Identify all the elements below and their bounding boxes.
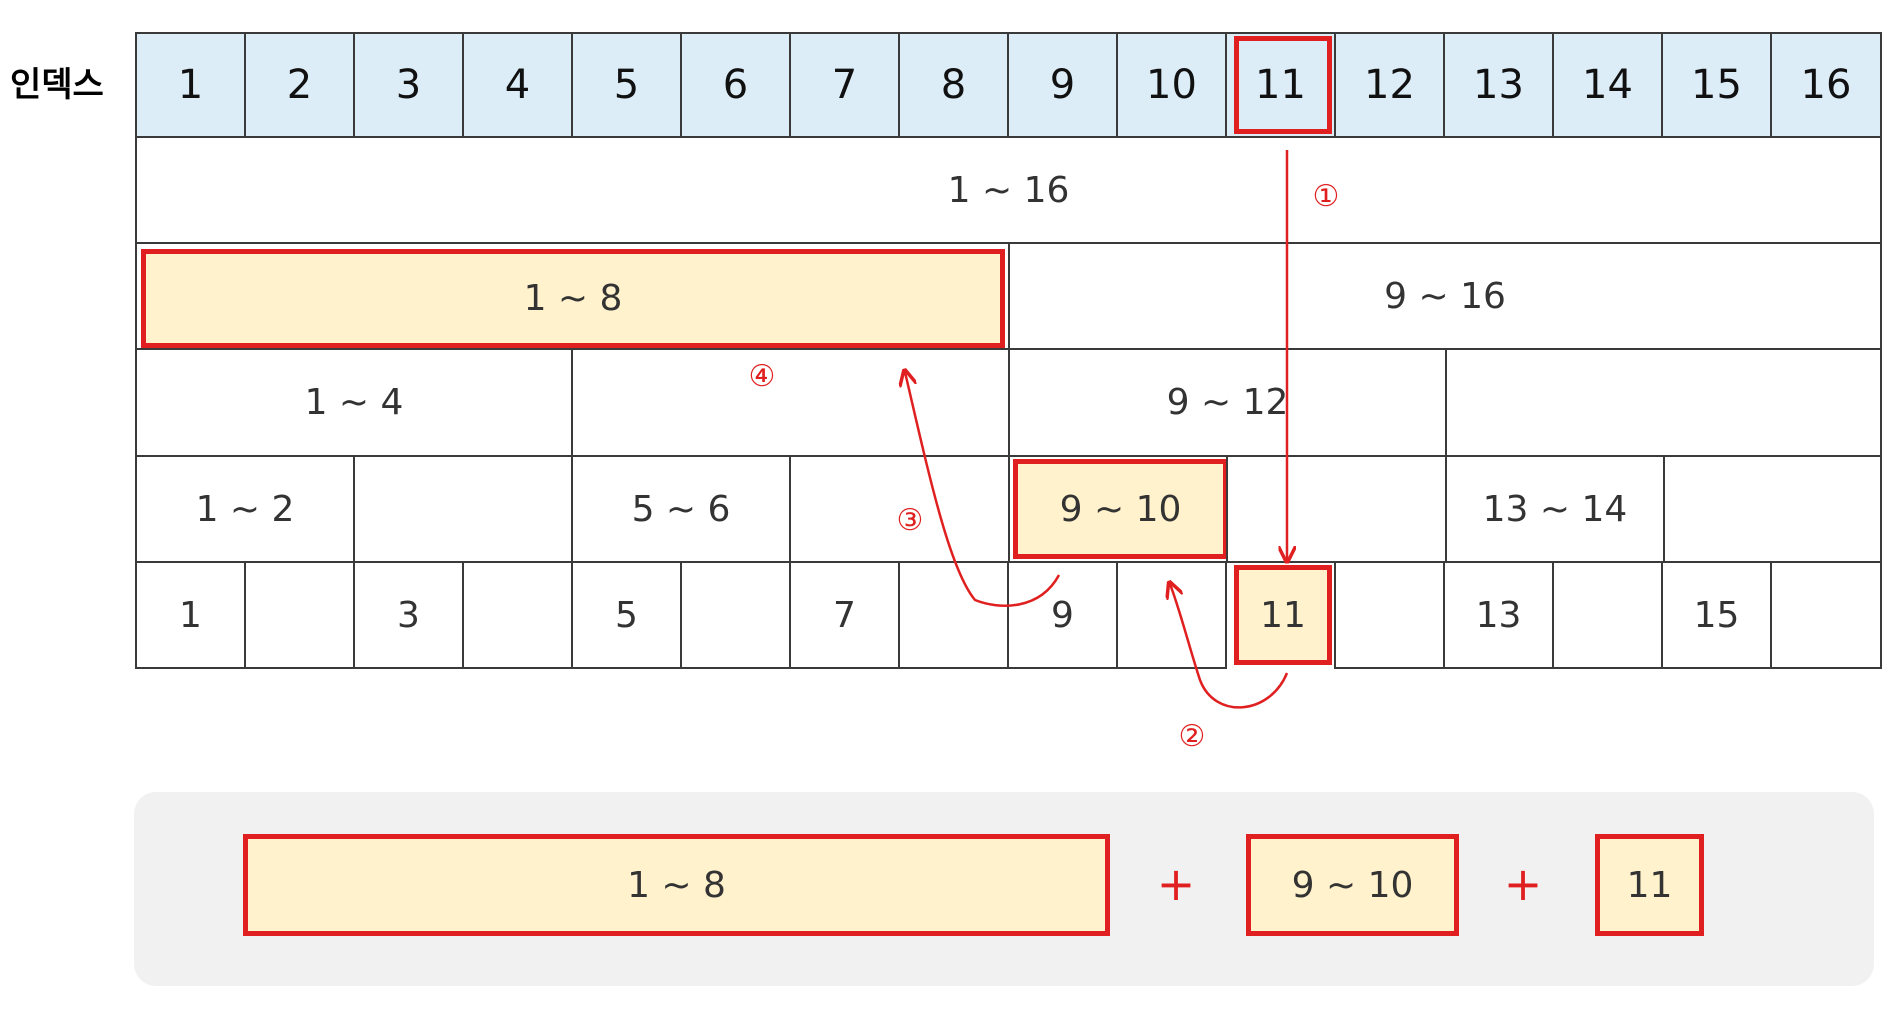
- node-5-8: [571, 348, 1010, 457]
- node-9-10-highlight: 9 ~ 10: [1013, 459, 1228, 559]
- step-2-label: ②: [1178, 718, 1206, 754]
- index-cell: 4: [462, 32, 573, 138]
- index-cell: 7: [789, 32, 900, 138]
- sum-part-11: 11: [1595, 834, 1704, 936]
- node-5-6: 5 ~ 6: [571, 455, 791, 563]
- step-3-label: ③: [896, 502, 924, 538]
- node-1-4: 1 ~ 4: [135, 348, 573, 457]
- index-label: 인덱스: [10, 65, 104, 105]
- node-1-8-highlight: 1 ~ 8: [141, 249, 1005, 348]
- index-cell: 13: [1443, 32, 1554, 138]
- index-cell: 15: [1661, 32, 1772, 138]
- leaf-6: [680, 561, 791, 669]
- leaf-12: [1334, 561, 1445, 669]
- index-cell: 16: [1770, 32, 1882, 138]
- index-cell: 9: [1007, 32, 1118, 138]
- leaf-16: [1770, 561, 1882, 669]
- node-15-16: [1663, 455, 1882, 563]
- leaf-2: [244, 561, 355, 669]
- step-4-label: ④: [748, 358, 776, 394]
- index-cell: 3: [353, 32, 464, 138]
- node-13-14: 13 ~ 14: [1445, 455, 1665, 563]
- index-cell: 12: [1334, 32, 1445, 138]
- node-1-16: 1 ~ 16: [135, 136, 1882, 244]
- index-cell: 1: [135, 32, 246, 138]
- leaf-4: [462, 561, 573, 669]
- leaf-13: 13: [1443, 561, 1554, 669]
- index-cell: 8: [898, 32, 1009, 138]
- index-cell: 5: [571, 32, 682, 138]
- leaf-9: 9: [1007, 561, 1118, 669]
- leaf-14: [1552, 561, 1663, 669]
- index-11-highlight: [1234, 36, 1332, 134]
- leaf-1: 1: [135, 561, 246, 669]
- plus-sign: +: [1156, 857, 1196, 911]
- sum-part-1-8: 1 ~ 8: [243, 834, 1110, 936]
- leaf-15: 15: [1661, 561, 1772, 669]
- sum-part-9-10: 9 ~ 10: [1246, 834, 1459, 936]
- leaf-5: 5: [571, 561, 682, 669]
- leaf-3: 3: [353, 561, 464, 669]
- index-cell: 10: [1116, 32, 1227, 138]
- leaf-7: 7: [789, 561, 900, 669]
- node-11-12: [1226, 455, 1447, 563]
- index-cell: 6: [680, 32, 791, 138]
- index-cell: 2: [244, 32, 355, 138]
- node-9-16: 9 ~ 16: [1008, 242, 1882, 350]
- index-cell: 14: [1552, 32, 1663, 138]
- node-9-12: 9 ~ 12: [1008, 348, 1447, 457]
- node-1-2: 1 ~ 2: [135, 455, 355, 563]
- leaf-8: [898, 561, 1009, 669]
- node-13-16: [1445, 348, 1882, 457]
- step-1-label: ①: [1312, 178, 1340, 214]
- leaf-10: [1116, 561, 1227, 669]
- leaf-11-highlight: 11: [1234, 565, 1332, 665]
- plus-sign: +: [1503, 857, 1543, 911]
- node-3-4: [353, 455, 573, 563]
